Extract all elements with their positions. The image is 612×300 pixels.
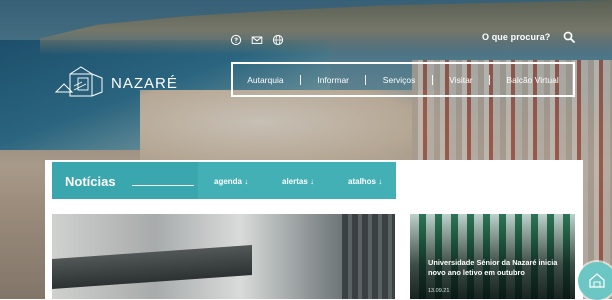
- tab-atalhos[interactable]: atalhos ↓: [348, 177, 382, 186]
- news-card-overlay: [410, 214, 575, 299]
- nav-item-balcao-virtual[interactable]: Balcão Virtual: [506, 75, 558, 85]
- main-navigation: Autarquia Informar Serviços Visitar Balc…: [231, 62, 575, 97]
- home-logo-icon: [589, 273, 605, 288]
- nav-item-informar[interactable]: Informar: [317, 75, 349, 85]
- mail-icon[interactable]: [251, 34, 263, 46]
- tab-noticias[interactable]: Notícias: [65, 174, 116, 189]
- featured-news-image[interactable]: [52, 214, 395, 299]
- image-detail: [52, 245, 252, 289]
- nav-item-visitar[interactable]: Visitar: [449, 75, 472, 85]
- news-card[interactable]: Universidade Sénior da Nazaré inicia nov…: [410, 214, 575, 299]
- nav-item-autarquia[interactable]: Autarquia: [247, 75, 283, 85]
- help-icon[interactable]: [230, 34, 242, 46]
- tab-agenda[interactable]: agenda ↓: [214, 177, 248, 186]
- nav-separator: [489, 74, 491, 85]
- nav-item-servicos[interactable]: Serviços: [383, 75, 416, 85]
- nav-separator: [431, 74, 433, 85]
- nav-separator: [299, 74, 301, 85]
- brand-name: NAZARÉ: [111, 74, 178, 92]
- top-utility-icons: [230, 34, 284, 46]
- news-card-date: 13.09.21: [428, 288, 450, 294]
- title-underline: [132, 185, 194, 186]
- site-logo[interactable]: NAZARÉ: [54, 64, 178, 102]
- news-card-headline[interactable]: Universidade Sénior da Nazaré inicia nov…: [428, 258, 568, 278]
- floating-action-button[interactable]: [578, 262, 612, 300]
- search-icon[interactable]: [563, 31, 575, 43]
- news-tab-bar: Notícias agenda ↓ alertas ↓ atalhos ↓: [52, 162, 396, 199]
- image-detail: [342, 214, 395, 299]
- nazare-logo-icon: [54, 66, 103, 97]
- nav-separator: [365, 74, 367, 85]
- globe-icon[interactable]: [272, 34, 284, 46]
- search-label[interactable]: O que procura?: [482, 32, 550, 42]
- tab-alertas[interactable]: alertas ↓: [282, 177, 314, 186]
